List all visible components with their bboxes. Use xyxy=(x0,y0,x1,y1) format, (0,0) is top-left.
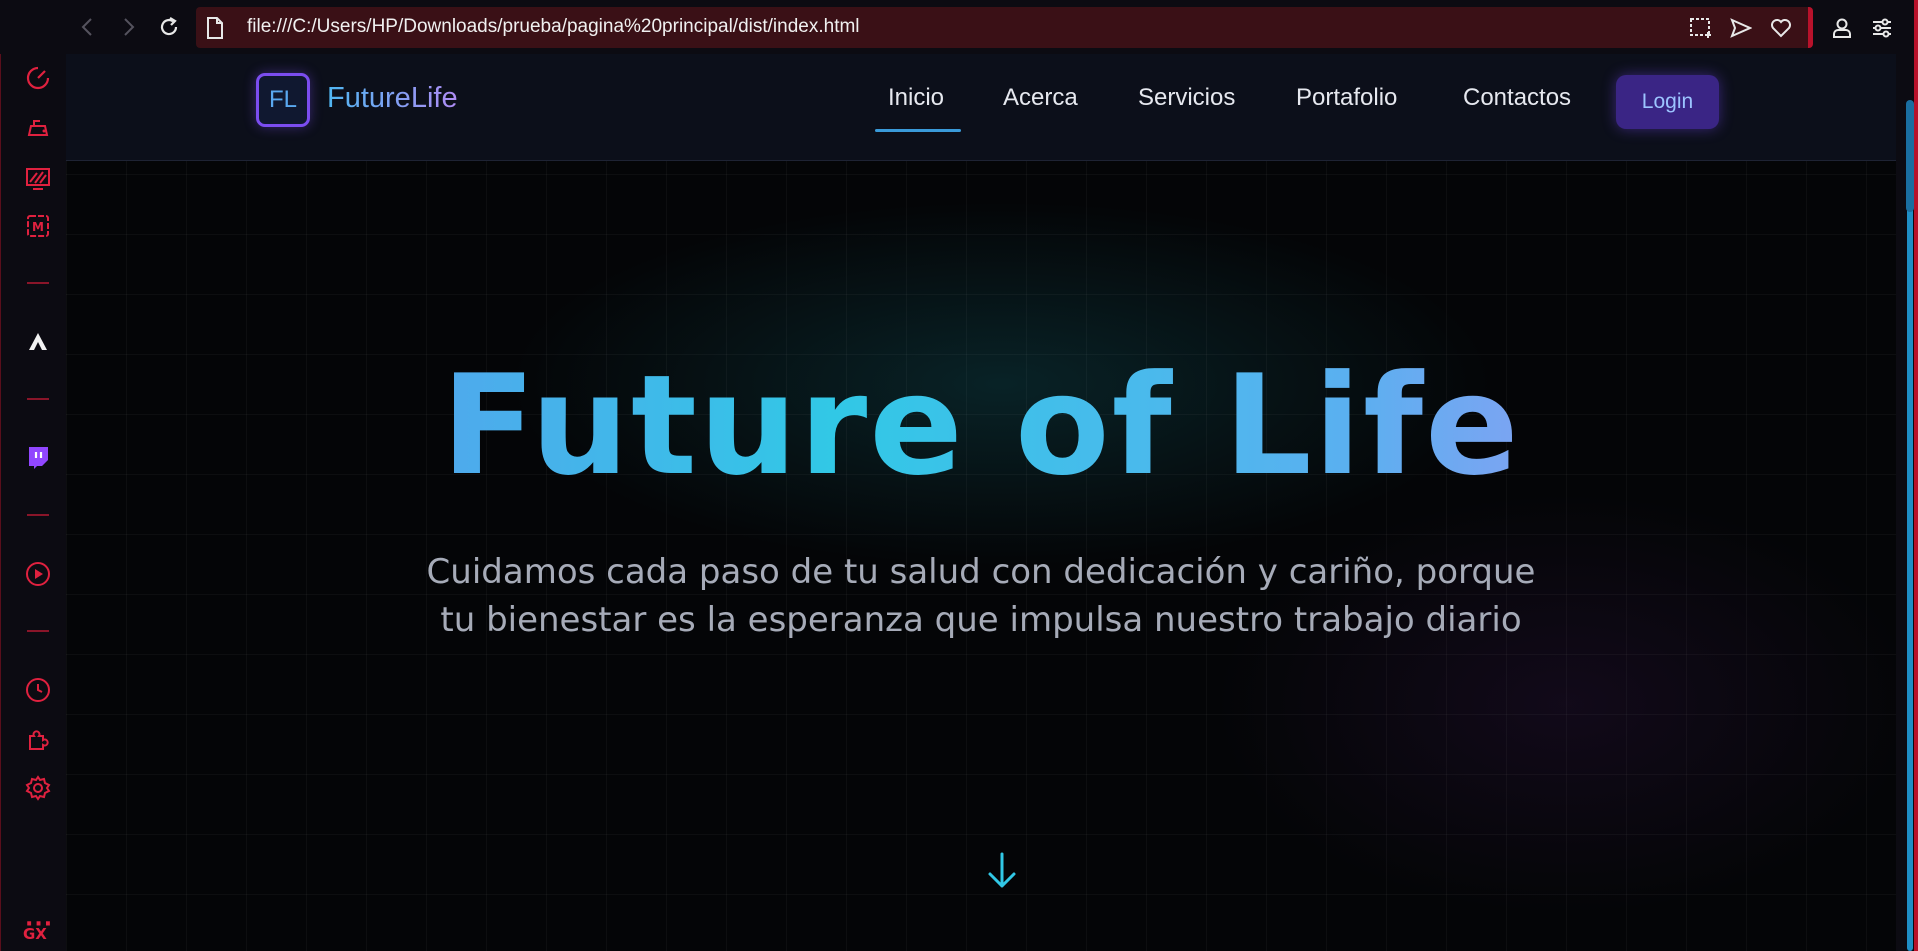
gx-control-icon[interactable] xyxy=(24,114,52,142)
sidebar-separator xyxy=(27,398,49,400)
easy-setup-icon[interactable] xyxy=(1868,14,1896,42)
browser-toolbar: file:///C:/Users/HP/Downloads/prueba/pag… xyxy=(0,0,1918,54)
hero-subtitle: Cuidamos cada paso de tu salud con dedic… xyxy=(366,548,1596,644)
login-label: Login xyxy=(1641,90,1694,113)
nav-portafolio[interactable]: Portafolio xyxy=(1296,84,1397,112)
scrollbar-rail xyxy=(1907,160,1913,951)
twitch-icon[interactable] xyxy=(24,444,52,472)
url-text[interactable]: file:///C:/Users/HP/Downloads/prueba/pag… xyxy=(247,16,860,38)
heart-icon[interactable] xyxy=(1769,17,1793,39)
page-viewport: FL FutureLife Inicio Acerca Servicios Po… xyxy=(66,54,1896,951)
gx-corner-icon[interactable] xyxy=(24,164,52,192)
nav-contactos[interactable]: Contactos xyxy=(1463,84,1571,112)
address-bar[interactable]: file:///C:/Users/HP/Downloads/prueba/pag… xyxy=(196,7,1813,48)
logo-initials: FL xyxy=(268,86,297,113)
speed-dial-icon[interactable] xyxy=(24,64,52,92)
nav-acerca[interactable]: Acerca xyxy=(1003,84,1078,112)
login-button[interactable]: Login xyxy=(1616,75,1719,129)
logo[interactable]: FL xyxy=(256,73,310,127)
hero-subtitle-line-1: Cuidamos cada paso de tu salud con dedic… xyxy=(426,552,1536,592)
scroll-down-arrow-icon[interactable] xyxy=(985,851,1019,891)
send-icon[interactable] xyxy=(1729,17,1753,39)
active-nav-indicator xyxy=(875,129,961,132)
extensions-icon[interactable] xyxy=(24,726,52,754)
forward-icon[interactable] xyxy=(113,12,143,42)
nav-inicio[interactable]: Inicio xyxy=(888,84,944,112)
settings-icon[interactable] xyxy=(24,774,52,802)
browser-sidebar: M GX ··· xyxy=(0,54,66,951)
player-icon[interactable] xyxy=(24,560,52,588)
sidebar-separator xyxy=(27,630,49,632)
back-icon[interactable] xyxy=(73,12,103,42)
brand-name[interactable]: FutureLife xyxy=(327,82,458,115)
window-edge xyxy=(1914,0,1918,951)
hero-title: Future of Life xyxy=(66,357,1896,495)
sidebar-separator xyxy=(27,514,49,516)
sidebar-separator xyxy=(27,282,49,284)
file-icon xyxy=(206,17,224,43)
nav-servicios[interactable]: Servicios xyxy=(1138,84,1235,112)
hero-subtitle-line-2: tu bienestar es la esperanza que impulsa… xyxy=(440,600,1522,640)
reload-icon[interactable] xyxy=(154,12,184,42)
scrollbar-thumb[interactable] xyxy=(1906,100,1914,212)
account-icon[interactable] xyxy=(1828,14,1856,42)
history-icon[interactable] xyxy=(24,676,52,704)
app-a-icon[interactable] xyxy=(24,328,52,356)
snapshot-icon[interactable] xyxy=(1689,17,1713,39)
more-icon[interactable]: ··· xyxy=(25,912,53,937)
site-header: FL FutureLife Inicio Acerca Servicios Po… xyxy=(66,54,1896,161)
svg-text:M: M xyxy=(32,220,44,234)
messenger-m-icon[interactable]: M xyxy=(24,212,52,240)
